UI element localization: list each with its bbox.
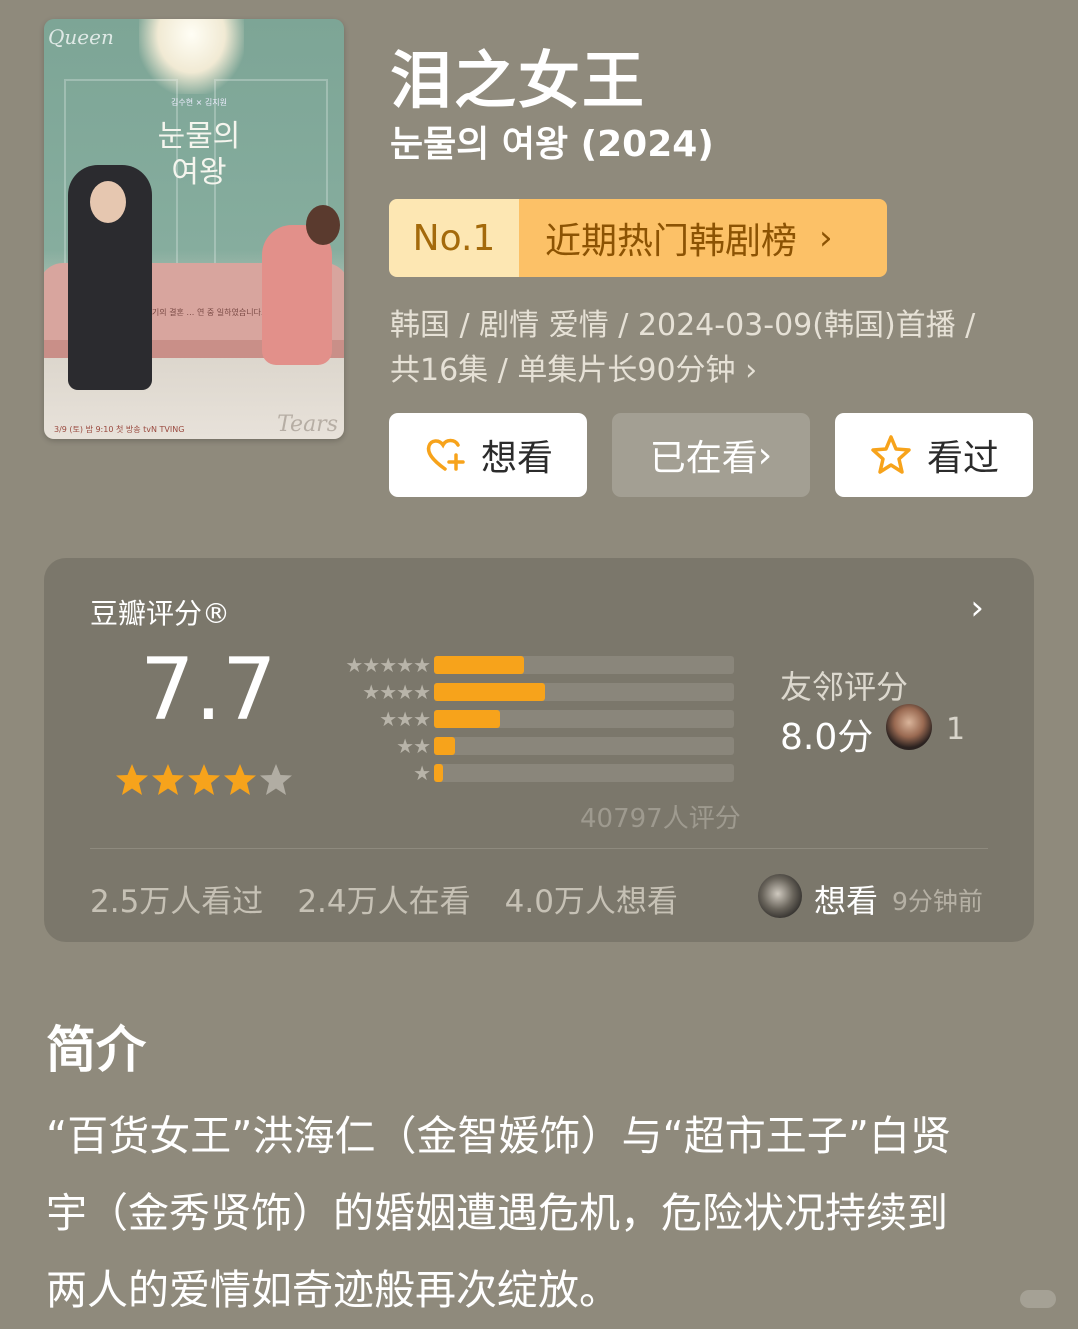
- intro-line: 宇（金秀贤饰）的婚姻遭遇危机，危险状况持续到: [46, 1189, 948, 1237]
- distribution-star-label: ★: [413, 761, 431, 785]
- distribution-bar: [434, 737, 455, 755]
- want-to-watch-button[interactable]: 想看: [389, 413, 587, 497]
- distribution-track: [434, 683, 734, 701]
- avatar[interactable]: [758, 874, 802, 918]
- distribution-track: [434, 764, 734, 782]
- distribution-star-label: ★★★★★: [345, 653, 431, 677]
- divider: [90, 848, 988, 849]
- poster-credit: 김수현 × 김지원: [171, 98, 227, 107]
- star-icon: [260, 764, 292, 795]
- distribution-bar: [434, 683, 545, 701]
- poster-tears-script: Tears: [277, 412, 338, 437]
- intro-text: “百货女王”洪海仁（金智媛饰）与“超市王子”白贤 宇（金秀贤饰）的婚姻遭遇危机，…: [46, 1098, 1046, 1329]
- friend-avatar[interactable]: [886, 704, 932, 750]
- distribution-bar: [434, 764, 443, 782]
- star-icon: [224, 764, 256, 795]
- rating-title: 豆瓣评分®: [90, 597, 231, 630]
- distribution-bar: [434, 710, 500, 728]
- actor-head: [90, 181, 126, 223]
- distribution-row: ★★: [314, 734, 736, 758]
- original-title: 눈물의 여왕 (2024): [390, 124, 714, 165]
- rating-count: 40797人评分: [580, 804, 741, 834]
- distribution-row: ★★★★★: [314, 653, 736, 677]
- distribution-bar: [434, 656, 524, 674]
- star-icon: [152, 764, 184, 795]
- star-icon: [188, 764, 220, 795]
- intro-line: 两人的爱情如奇迹般再次绽放。: [46, 1266, 620, 1314]
- activity-action: 想看: [814, 882, 879, 920]
- rank-label-container: 近期热门韩剧榜 ›: [519, 199, 887, 277]
- chevron-right-icon: ›: [757, 434, 773, 476]
- poster-footer: 3/9 (토) 밤 9:10 첫 방송 tvN TVING: [54, 425, 185, 434]
- chevron-right-icon: ›: [819, 218, 833, 258]
- distribution-star-label: ★★★: [379, 707, 431, 731]
- rating-card[interactable]: 豆瓣评分® › 7.7 ★★★★★ ★★★★ ★★★ ★★ ★ 40797人评分 友邻评…: [44, 558, 1034, 942]
- want-count: 4.0万人想看: [504, 884, 678, 920]
- poster-tagline: 세기의 결혼 … 연 중 일하였습니다.: [144, 308, 264, 317]
- poster-korean-title: 눈물의 여왕: [157, 119, 241, 190]
- friend-count: 1: [946, 712, 966, 747]
- want-label: 想看: [480, 438, 553, 479]
- actress-figure: [262, 225, 332, 365]
- star-outline-icon: [871, 435, 911, 474]
- distribution-track: [434, 710, 734, 728]
- star-icon: [116, 764, 148, 795]
- activity-time: 9分钟前: [892, 887, 983, 916]
- poster-queen-script: Queen: [48, 25, 114, 49]
- intro-heading: 简介: [46, 1021, 146, 1079]
- actress-head: [306, 205, 340, 245]
- friend-rating-label: 友邻评分: [780, 668, 909, 706]
- distribution-track: [434, 737, 734, 755]
- distribution-row: ★: [314, 761, 736, 785]
- chevron-right-icon[interactable]: ›: [970, 588, 984, 628]
- page-title: 泪之女王: [390, 44, 647, 117]
- meta-info[interactable]: 韩国 / 剧情 爱情 / 2024-03-09(韩国)首播 / 共16集 / 单…: [390, 303, 1040, 393]
- distribution-star-label: ★★: [396, 734, 431, 758]
- distribution-star-label: ★★★★: [362, 680, 431, 704]
- watching-button[interactable]: 已在看 ›: [612, 413, 810, 497]
- rank-label: 近期热门韩剧榜: [545, 221, 798, 262]
- watched-button[interactable]: 看过: [835, 413, 1033, 497]
- watermark-badge: [1020, 1290, 1056, 1308]
- distribution-row: ★★★: [314, 707, 736, 731]
- heart-plus-icon: [426, 438, 465, 471]
- meta-line: 韩国 / 剧情 爱情 / 2024-03-09(韩国)首播 /: [390, 308, 976, 343]
- distribution-track: [434, 656, 734, 674]
- rank-badge[interactable]: No.1 近期热门韩剧榜 ›: [389, 199, 887, 277]
- distribution-row: ★★★★: [314, 680, 736, 704]
- friend-rating-score: 8.0分: [780, 717, 874, 758]
- poster-image[interactable]: Queen 김수현 × 김지원 눈물의 여왕 세기의 결혼 … 연 중 일하였습…: [44, 19, 344, 439]
- watching-count: 2.4万人在看: [297, 884, 471, 920]
- watched-label: 看过: [926, 438, 999, 479]
- rating-stars: [114, 762, 294, 798]
- rank-number: No.1: [389, 199, 519, 277]
- intro-line: “百货女王”洪海仁（金智媛饰）与“超市王子”白贤: [46, 1112, 951, 1160]
- watched-count: 2.5万人看过: [90, 884, 264, 920]
- rating-score: 7.7: [140, 640, 277, 740]
- watching-label: 已在看: [649, 438, 758, 479]
- meta-line: 共16集 / 单集片长90分钟 ›: [390, 353, 758, 388]
- watch-stats: 2.5万人看过 2.4万人在看 4.0万人想看: [90, 876, 678, 921]
